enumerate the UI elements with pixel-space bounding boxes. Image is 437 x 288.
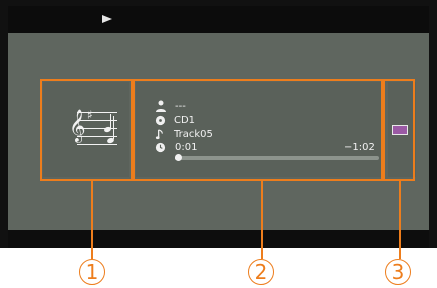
area-3-frame [383, 79, 415, 181]
top-status-bar [8, 6, 429, 33]
bottom-bar [8, 230, 429, 248]
play-icon [102, 15, 112, 23]
area-2-frame [133, 79, 383, 181]
callout-line-3 [399, 181, 401, 259]
callout-number-2: 2 [248, 259, 274, 285]
callout-line-2 [261, 181, 263, 259]
callout-line-1 [91, 181, 93, 259]
callout-number-3: 3 [385, 259, 411, 285]
area-1-frame [40, 79, 133, 181]
callout-number-1: 1 [79, 259, 105, 285]
